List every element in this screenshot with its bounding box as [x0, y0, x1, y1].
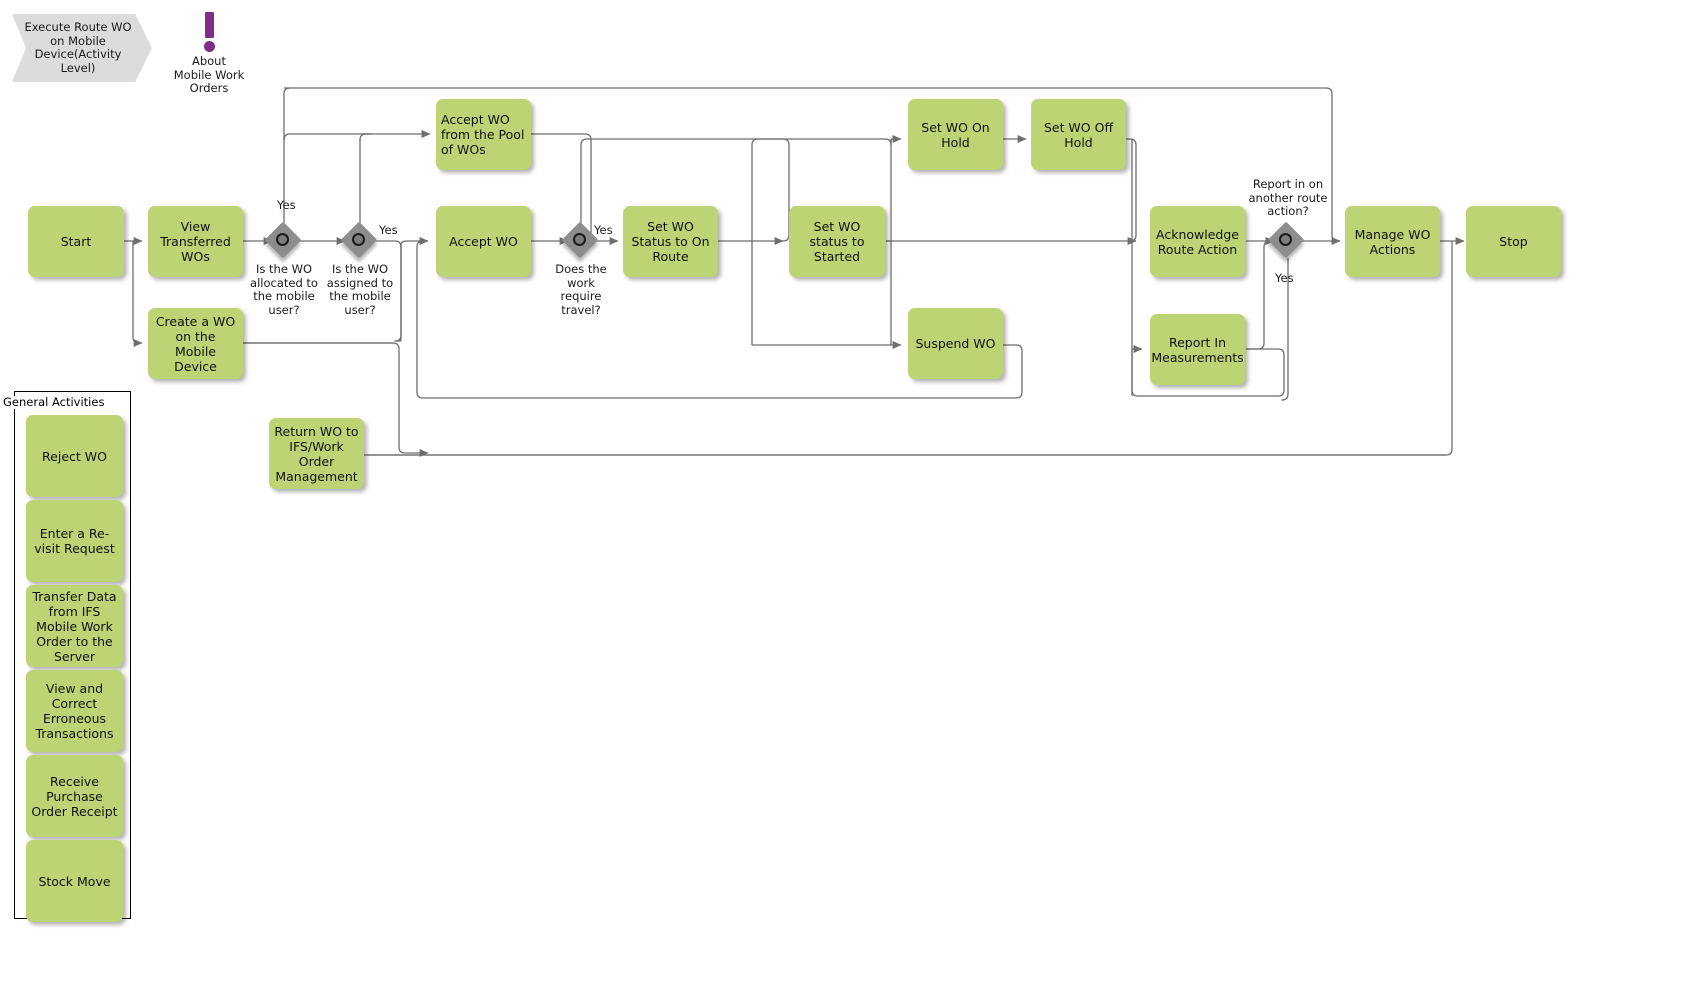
group-item-view-correct-erroneous-transactions[interactable]: View and Correct Erroneous Transactions — [26, 670, 123, 752]
gateway-is-wo-assigned[interactable] — [340, 221, 378, 259]
node-set-wo-off-hold[interactable]: Set WO Off Hold — [1031, 99, 1126, 170]
general-activities-label: General Activities — [2, 395, 106, 409]
node-label: Set WO status to Started — [809, 219, 865, 264]
node-label: Enter a Re-visit Request — [34, 526, 115, 556]
group-item-reject-wo[interactable]: Reject WO — [26, 415, 123, 497]
gateway-ring-icon — [352, 233, 365, 246]
node-label: Set WO Off Hold — [1043, 119, 1114, 150]
node-set-wo-on-hold[interactable]: Set WO On Hold — [908, 99, 1003, 170]
gateway-ring-icon — [1279, 233, 1292, 246]
gateway-ring-icon — [573, 233, 586, 246]
node-acknowledge-route-action[interactable]: Acknowledge Route Action — [1150, 206, 1245, 277]
gateway-label-report-in-another-route-action: Report in on another route action? — [1248, 177, 1328, 218]
node-label: Accept WO — [449, 234, 518, 249]
node-label: Manage WO Actions — [1354, 226, 1431, 257]
node-accept-wo-from-pool[interactable]: Accept WO from the Pool of WOs — [436, 99, 531, 170]
node-manage-wo-actions[interactable]: Manage WO Actions — [1345, 206, 1440, 277]
node-label: Set WO Status to On Route — [631, 219, 710, 264]
node-start[interactable]: Start — [28, 206, 124, 277]
gateway-ring-icon — [276, 233, 289, 246]
node-suspend-wo[interactable]: Suspend WO — [908, 308, 1003, 379]
connector-layer — [124, 87, 1465, 457]
node-label: Transfer Data from IFS Mobile Work Order… — [32, 588, 117, 664]
group-item-receive-purchase-order-receipt[interactable]: Receive Purchase Order Receipt — [26, 755, 123, 837]
node-report-in-measurements[interactable]: Report In Measurements — [1150, 314, 1245, 385]
node-label: Stock Move — [38, 873, 111, 889]
group-item-transfer-data[interactable]: Transfer Data from IFS Mobile Work Order… — [26, 585, 123, 667]
group-item-stock-move[interactable]: Stock Move — [26, 840, 123, 922]
edge-label-travel-yes: Yes — [594, 223, 613, 237]
gateway-label-is-wo-allocated: Is the WO allocated to the mobile user? — [250, 262, 318, 317]
node-label: Return WO to IFS/Work Order Management — [274, 423, 359, 484]
node-label: Accept WO from the Pool of WOs — [441, 112, 525, 157]
edge-label-assigned-yes: Yes — [379, 223, 398, 237]
node-return-wo-to-ifs[interactable]: Return WO to IFS/Work Order Management — [269, 418, 364, 489]
node-label: Suspend WO — [915, 336, 996, 351]
node-label: Acknowledge Route Action — [1156, 226, 1239, 257]
edge-label-allocated-yes: Yes — [277, 198, 296, 212]
process-diagram-canvas: Execute Route WO on Mobile Device(Activi… — [0, 0, 1690, 1000]
node-stop[interactable]: Stop — [1466, 206, 1561, 277]
exclamation-icon — [204, 12, 214, 38]
node-label: Create a WO on the Mobile Device — [155, 313, 236, 374]
edge-label-report-yes: Yes — [1275, 271, 1294, 285]
node-label: Reject WO — [42, 448, 107, 464]
exclamation-dot-icon — [203, 41, 215, 52]
node-label: Set WO On Hold — [921, 119, 990, 150]
node-set-wo-status-to-started[interactable]: Set WO status to Started — [789, 206, 885, 277]
group-item-enter-revisit-request[interactable]: Enter a Re-visit Request — [26, 500, 123, 582]
node-view-transferred-wos[interactable]: View Transferred WOs — [148, 206, 243, 277]
node-label: View Transferred WOs — [160, 219, 231, 264]
node-accept-wo[interactable]: Accept WO — [436, 206, 531, 277]
node-label: Stop — [1499, 234, 1528, 249]
gateway-label-does-work-require-travel: Does the work require travel? — [555, 262, 607, 317]
about-marker-label: About Mobile Work Orders — [173, 54, 245, 95]
node-label: View and Correct Erroneous Transactions — [35, 681, 114, 741]
node-label: Start — [60, 234, 92, 249]
about-mobile-work-orders-marker[interactable]: About Mobile Work Orders — [168, 12, 250, 96]
node-label: Report In Measurements — [1151, 334, 1244, 365]
gateway-report-in-another-route-action[interactable] — [1267, 221, 1305, 259]
diagram-title-text: Execute Route WO on Mobile Device(Activi… — [24, 20, 132, 75]
diagram-title-banner: Execute Route WO on Mobile Device(Activi… — [12, 14, 152, 82]
node-create-wo-on-mobile-device[interactable]: Create a WO on the Mobile Device — [148, 308, 243, 379]
gateway-is-wo-allocated[interactable] — [264, 221, 302, 259]
gateway-label-is-wo-assigned: Is the WO assigned to the mobile user? — [326, 262, 394, 317]
node-set-wo-status-to-on-route[interactable]: Set WO Status to On Route — [623, 206, 718, 277]
node-label: Receive Purchase Order Receipt — [31, 773, 118, 819]
